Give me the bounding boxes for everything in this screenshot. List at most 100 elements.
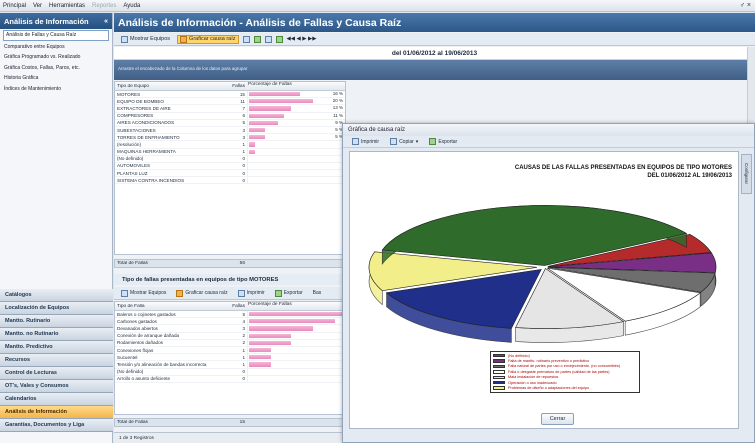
table-row[interactable]: Sucuentel 1 bbox=[115, 354, 345, 362]
collapse-icon[interactable]: « bbox=[104, 18, 108, 25]
cell-name: TORRES DE ENFRIAMIENTO bbox=[117, 134, 180, 140]
module-list: Catálogos Localización de Equipos Mantto… bbox=[0, 289, 113, 432]
dialog-copy-button[interactable]: Copiar ▾ bbox=[387, 137, 421, 146]
pin-close-icon[interactable]: ♂ × bbox=[740, 2, 751, 9]
table-row[interactable]: SUBESTACIONES 3 5 % bbox=[115, 126, 345, 135]
sidebar: Análisis de Información « Análisis de Fa… bbox=[0, 13, 113, 443]
table-row[interactable]: MAQUINAS HERRAMIENTA 1 bbox=[115, 148, 345, 156]
sidebar-item-indices[interactable]: Índices de Mantenimiento bbox=[0, 84, 112, 95]
module-lecturas[interactable]: Control de Lecturas bbox=[0, 367, 113, 380]
table-row[interactable]: EQUIPO DE BOMBEO 11 20 % bbox=[115, 98, 345, 106]
legend-swatch bbox=[493, 353, 505, 358]
module-ots[interactable]: OT's, Vales y Consumos bbox=[0, 380, 113, 393]
sub-export-button[interactable]: Exportar bbox=[272, 289, 306, 298]
menu-herramientas[interactable]: Herramientas bbox=[49, 3, 85, 9]
table-row[interactable]: AUTOMOVILES 0 bbox=[115, 162, 345, 171]
table-row[interactable]: Tensión y/o alineación de bandas incorre… bbox=[115, 361, 345, 369]
close-button[interactable]: Cerrar bbox=[541, 413, 574, 425]
search-icon[interactable] bbox=[264, 35, 272, 43]
graph-cause-button[interactable]: Graficar causa raíz bbox=[177, 34, 239, 44]
col-tipo-falla[interactable]: Tipo de Falla bbox=[115, 304, 229, 309]
cell-name: Conexión de arranque dañada bbox=[117, 333, 180, 339]
percent-bar bbox=[249, 127, 265, 133]
grid2-body: Baleros o cojinetes gastados 5 Carbones ga… bbox=[115, 311, 345, 383]
cell-percent: 5 % bbox=[247, 126, 345, 134]
sub-graph-cause-button[interactable]: Graficar causa raíz bbox=[173, 289, 230, 298]
table-row[interactable]: PLANTAS LUZ 0 bbox=[115, 170, 345, 178]
cell-name: AIRES ACONDICIONADOS bbox=[117, 120, 175, 126]
grid2-total: Total de Fallas 15 bbox=[114, 418, 346, 427]
print-icon[interactable] bbox=[242, 35, 250, 43]
cell-name: EQUIPO DE BOMBEO bbox=[117, 98, 164, 104]
table-row[interactable]: EXTRACTORES DE AIRE 7 13 % bbox=[115, 105, 345, 113]
cell-name: COMPRESORES bbox=[117, 113, 154, 119]
show-equipment-button[interactable]: Mostrar Equipos bbox=[118, 35, 173, 44]
first-page-icon[interactable]: ◀◀ ◀ ▶ ▶▶ bbox=[287, 36, 317, 42]
module-no-rutinario[interactable]: Mantto. no Rutinario bbox=[0, 328, 113, 341]
menu-reportes[interactable]: Reportes bbox=[92, 3, 116, 9]
table-row[interactable]: COMPRESORES 6 11 % bbox=[115, 112, 345, 120]
sidebar-item-historia[interactable]: Historia Gráfica bbox=[0, 73, 112, 84]
sidebar-item-costos[interactable]: Gráfica Costos, Fallas, Paros, etc. bbox=[0, 63, 112, 74]
percent-bar bbox=[249, 319, 336, 324]
table-row[interactable]: Arrollo o asunto deficiente 0 bbox=[115, 375, 345, 383]
menu-ayuda[interactable]: Ayuda bbox=[123, 3, 140, 9]
cell-fails: 3 bbox=[242, 325, 245, 331]
show-equipment-label: Mostrar Equipos bbox=[130, 36, 171, 42]
dialog-print-button[interactable]: Imprimir bbox=[349, 137, 382, 146]
menu-ver[interactable]: Ver bbox=[33, 3, 42, 9]
sub-show-equipment-label: Mostrar Equipos bbox=[130, 290, 167, 296]
refresh-icon[interactable] bbox=[275, 35, 283, 43]
cell-name: Sucuentel bbox=[117, 354, 138, 360]
table-row[interactable]: TORRES DE ENFRIAMIENTO 3 5 % bbox=[115, 134, 345, 142]
module-recursos[interactable]: Recursos bbox=[0, 354, 113, 367]
table-row[interactable]: Carbones gastados 4 bbox=[115, 318, 345, 326]
cell-fails: 5 bbox=[242, 311, 245, 317]
copy-icon bbox=[390, 138, 398, 145]
legend-label: Falla natural de partes por uso o enveje… bbox=[508, 364, 621, 369]
col-tipo-equipo[interactable]: Tipo de Equipo bbox=[115, 84, 217, 89]
module-rutinario[interactable]: Mantto. Rutinario bbox=[0, 315, 113, 328]
module-garantias[interactable]: Garantías, Documentos y Liga bbox=[0, 419, 113, 432]
module-analisis[interactable]: Análisis de Información bbox=[0, 406, 113, 419]
cell-fails: 4 bbox=[242, 318, 245, 324]
excel-icon[interactable] bbox=[253, 35, 261, 43]
percent-bar bbox=[249, 340, 291, 345]
col-fallas[interactable]: Fallas bbox=[229, 304, 247, 309]
table-row[interactable]: Conexiones flojas 1 bbox=[115, 346, 345, 355]
sidebar-item-analisis-fallas[interactable]: Análisis de Fallas y Causa Raíz bbox=[3, 30, 109, 41]
table-row[interactable]: SISTEMA CONTRA INCENDIOS 0 bbox=[115, 177, 345, 185]
col-fallas[interactable]: Fallas bbox=[217, 84, 247, 89]
sub-show-equipment-button[interactable]: Mostrar Equipos bbox=[118, 289, 169, 298]
table-row[interactable]: MOTORES 15 16 % bbox=[115, 91, 345, 99]
table-row[interactable]: AIRES ACONDICIONADOS 5 9 % bbox=[115, 119, 345, 127]
cell-name: Arrollo o asunto deficiente bbox=[117, 376, 171, 382]
module-predictivo[interactable]: Mantto. Predictivo bbox=[0, 341, 113, 354]
dialog-export-button[interactable]: Exportar bbox=[426, 137, 460, 146]
table-row[interactable]: Devanados abiertos 3 bbox=[115, 325, 345, 333]
cell-name: SUBESTACIONES bbox=[117, 127, 156, 133]
main-toolbar: Mostrar Equipos Graficar causa raíz ◀◀ ◀… bbox=[114, 33, 755, 46]
chart-legend: (No definido) Falta de mantto. rutinario … bbox=[490, 351, 640, 393]
configure-tab[interactable]: Configurar bbox=[741, 154, 752, 194]
cell-percent bbox=[247, 375, 345, 382]
table-row[interactable]: Baleros o cojinetes gastados 5 bbox=[115, 311, 345, 319]
menu-principal[interactable]: Principal bbox=[3, 3, 26, 9]
cell-percent: 9 % bbox=[247, 119, 345, 126]
table-row[interactable]: (resolución) 1 bbox=[115, 141, 345, 149]
col-porcentaje[interactable]: Porcentaje de Fallas bbox=[247, 82, 345, 90]
sub-print-button[interactable]: Imprimir bbox=[235, 289, 268, 298]
sidebar-item-programado[interactable]: Gráfica Programado vs. Realizado bbox=[0, 52, 112, 63]
legend-swatch bbox=[493, 370, 505, 374]
percent-bar bbox=[249, 106, 291, 111]
table-row[interactable]: (No definido) 0 bbox=[115, 155, 345, 163]
table-row[interactable]: Conexión de arranque dañada 2 bbox=[115, 332, 345, 340]
module-localizacion[interactable]: Localización de Equipos bbox=[0, 302, 113, 315]
sidebar-item-comparativo[interactable]: Comparativo entre Equipos bbox=[0, 42, 112, 53]
module-catalogos[interactable]: Catálogos bbox=[0, 289, 113, 302]
table-row[interactable]: (No definido) 0 bbox=[115, 368, 345, 376]
col-porcentaje[interactable]: Porcentaje de Fallas bbox=[247, 302, 345, 310]
sub-extra-button[interactable]: Bas bbox=[310, 289, 325, 297]
module-calendarios[interactable]: Calendarios bbox=[0, 393, 113, 406]
table-row[interactable]: Rodamientos dañados 2 bbox=[115, 339, 345, 347]
